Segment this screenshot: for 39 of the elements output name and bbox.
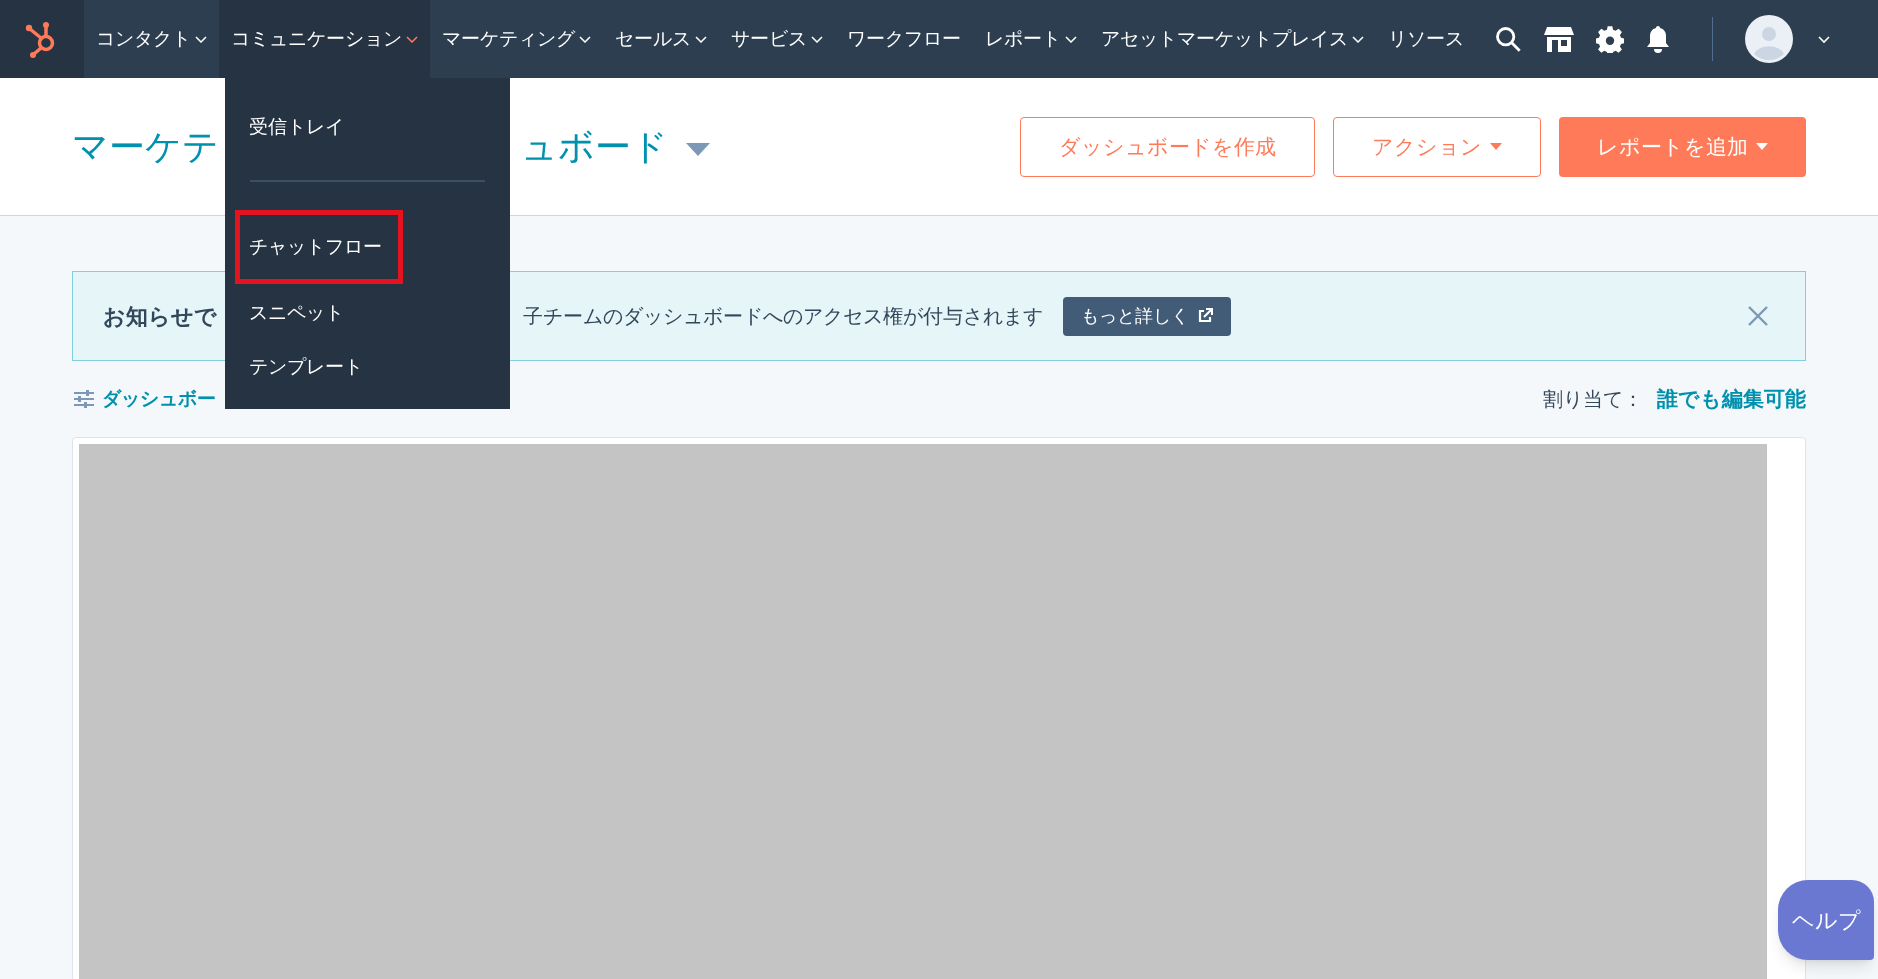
caret-icon xyxy=(811,35,823,43)
learn-more-button[interactable]: もっと詳しく xyxy=(1063,296,1231,336)
filter-sliders-icon xyxy=(74,390,94,408)
external-link-icon xyxy=(1197,308,1213,324)
notice-text: 子チームのダッシュボードへのアクセス権が付与されます xyxy=(523,304,1043,329)
dashboard-title: マーケテ xyxy=(72,124,219,169)
close-icon[interactable] xyxy=(1747,305,1769,327)
assign-label: 割り当て： xyxy=(1543,387,1643,412)
search-icon[interactable] xyxy=(1494,25,1522,53)
menu-item[interactable]: 受信トレイ xyxy=(235,102,403,152)
caret-icon[interactable] xyxy=(1817,34,1831,44)
nav-item[interactable]: ワークフロー xyxy=(835,0,973,78)
caret-icon xyxy=(195,35,207,43)
nav-item[interactable]: コミュニケーション xyxy=(219,0,430,78)
nav-item[interactable]: アセットマーケットプレイス xyxy=(1089,0,1376,78)
nav-item[interactable]: セールス xyxy=(603,0,719,78)
caret-icon xyxy=(579,35,591,43)
caret-icon xyxy=(406,35,418,43)
caret-icon xyxy=(1352,35,1364,43)
caret-icon xyxy=(1756,143,1768,150)
menu-item[interactable]: チャットフロー xyxy=(235,210,403,284)
store-icon[interactable] xyxy=(1544,25,1574,53)
help-button[interactable]: ヘルプ xyxy=(1778,880,1874,960)
avatar-icon[interactable] xyxy=(1745,15,1793,63)
caret-icon xyxy=(695,35,707,43)
nav-item[interactable]: コンタクト xyxy=(84,0,219,78)
menu-item[interactable]: スニペット xyxy=(235,288,403,338)
bell-icon[interactable] xyxy=(1646,25,1670,53)
nav-item[interactable]: レポート xyxy=(973,0,1089,78)
caret-icon xyxy=(1065,35,1077,43)
menu-item[interactable]: テンプレート xyxy=(235,342,403,392)
nav-item[interactable]: マーケティング xyxy=(430,0,603,78)
settings-icon[interactable] xyxy=(1596,25,1624,53)
nav-item[interactable]: リソース xyxy=(1376,0,1476,78)
dashboard-title: ュボード xyxy=(521,124,668,169)
notice-label: お知らせで xyxy=(103,302,217,331)
caret-icon xyxy=(1490,143,1502,150)
dropdown-caret-icon[interactable] xyxy=(686,142,710,157)
nav-item[interactable]: サービス xyxy=(719,0,835,78)
